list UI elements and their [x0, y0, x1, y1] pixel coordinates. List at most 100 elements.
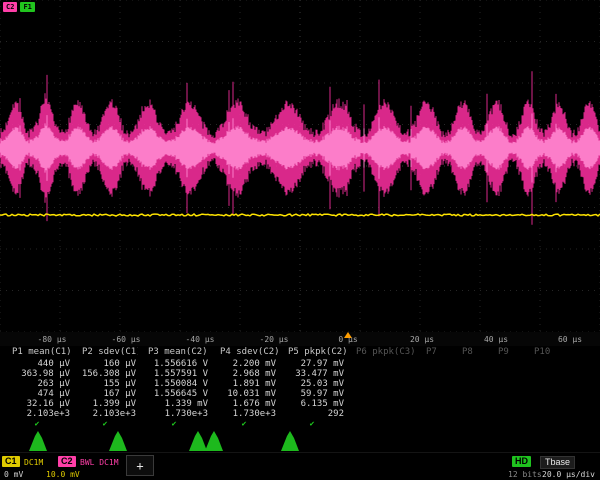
c1-offset-value: 0 mV [4, 470, 23, 479]
measurement-table[interactable]: P1 mean(C1)P2 sdev(C1)P3 mean(C2)P4 sdev… [2, 347, 560, 430]
meas-value: 292 [278, 409, 346, 419]
time-axis-label: 0 µs [338, 335, 357, 344]
meas-value: 2.200 mV [210, 359, 278, 369]
meas-header[interactable]: P5 pkpk(C2) [278, 347, 346, 359]
cursor-position-box[interactable]: + [126, 455, 154, 476]
trace-indicator-f1[interactable]: F1 [20, 2, 34, 12]
tbase-value: 20.0 µs/div [542, 470, 595, 479]
c1-waveform [0, 214, 600, 216]
meas-value [524, 409, 560, 419]
meas-value [416, 359, 452, 369]
meas-value: 2.103e+3 [72, 409, 138, 419]
meas-value: 363.98 µV [2, 369, 72, 379]
meas-value: 156.308 µV [72, 369, 138, 379]
histicon [109, 431, 127, 451]
histicon [29, 431, 47, 451]
meas-value [488, 389, 524, 399]
meas-value [524, 389, 560, 399]
meas-header[interactable]: P10 [524, 347, 560, 359]
meas-value [488, 379, 524, 389]
meas-header[interactable]: P9 [488, 347, 524, 359]
waveform-display[interactable] [0, 0, 600, 332]
status-bar: C1 DC1M C2 BWL DC1M + 0 mV 10.0 mV HD Tb… [0, 452, 600, 480]
meas-value: 167 µV [72, 389, 138, 399]
time-axis-label: -40 µs [186, 335, 215, 344]
meas-value [452, 369, 488, 379]
meas-value [346, 359, 416, 369]
measurement-histicons [0, 429, 600, 452]
crosshair-icon: + [136, 460, 143, 472]
meas-header[interactable]: P6 pkpk(C3) [346, 347, 416, 359]
histicon [205, 431, 223, 451]
oscilloscope-screen: C2F1 -100 µs-80 µs-60 µs-40 µs-20 µs0 µs… [0, 0, 600, 480]
meas-value: 10.031 mV [210, 389, 278, 399]
meas-value [452, 389, 488, 399]
time-axis-label: 20 µs [410, 335, 434, 344]
meas-value [488, 359, 524, 369]
meas-value [524, 379, 560, 389]
meas-value: 1.339 mV [138, 399, 210, 409]
c2-coupling: BWL DC1M [80, 458, 119, 467]
meas-value: 1.556645 V [138, 389, 210, 399]
meas-value [416, 379, 452, 389]
meas-value: 440 µV [2, 359, 72, 369]
meas-value: 6.135 mV [278, 399, 346, 409]
meas-value [452, 379, 488, 389]
meas-value [346, 409, 416, 419]
meas-value [488, 399, 524, 409]
meas-value [452, 409, 488, 419]
c1-coupling: DC1M [24, 458, 43, 467]
meas-value: 1.557591 V [138, 369, 210, 379]
meas-value: 1.730e+3 [138, 409, 210, 419]
meas-value: 155 µV [72, 379, 138, 389]
meas-value: 25.03 mV [278, 379, 346, 389]
meas-value: 2.968 mV [210, 369, 278, 379]
meas-value [524, 399, 560, 409]
meas-value: 1.676 mV [210, 399, 278, 409]
meas-header[interactable]: P2 sdev(C1) [72, 347, 138, 359]
meas-value: 1.556616 V [138, 359, 210, 369]
tbase-button[interactable]: Tbase [540, 456, 575, 469]
meas-value: 2.103e+3 [2, 409, 72, 419]
meas-value: 160 µV [72, 359, 138, 369]
meas-value [416, 399, 452, 409]
meas-header[interactable]: P1 mean(C1) [2, 347, 72, 359]
meas-value [452, 359, 488, 369]
meas-value [524, 359, 560, 369]
c1-scale-value: 10.0 mV [46, 470, 80, 479]
hd-mode-badge[interactable]: HD [512, 456, 531, 467]
meas-value [416, 389, 452, 399]
trace-indicators: C2F1 [3, 2, 35, 12]
meas-header[interactable]: P4 sdev(C2) [210, 347, 278, 359]
time-axis-label: 40 µs [484, 335, 508, 344]
meas-header[interactable]: P7 [416, 347, 452, 359]
meas-value: 59.97 mV [278, 389, 346, 399]
meas-header[interactable]: P8 [452, 347, 488, 359]
meas-value [416, 409, 452, 419]
meas-value [488, 369, 524, 379]
hd-resolution: 12 bits [508, 470, 542, 479]
meas-value: 1.891 mV [210, 379, 278, 389]
c1-channel-badge[interactable]: C1 [2, 456, 20, 467]
meas-value [346, 389, 416, 399]
meas-value [346, 379, 416, 389]
meas-value: 1.730e+3 [210, 409, 278, 419]
meas-value [416, 369, 452, 379]
meas-value: 32.16 µV [2, 399, 72, 409]
meas-value [346, 369, 416, 379]
meas-value: 1.550084 V [138, 379, 210, 389]
meas-value: 263 µV [2, 379, 72, 389]
time-axis-label: -20 µs [260, 335, 289, 344]
meas-value [524, 369, 560, 379]
c2-channel-badge[interactable]: C2 [58, 456, 76, 467]
time-axis: -100 µs-80 µs-60 µs-40 µs-20 µs0 µs20 µs… [0, 332, 600, 346]
trace-indicator-c2[interactable]: C2 [3, 2, 17, 12]
time-axis-label: -80 µs [38, 335, 67, 344]
meas-value: 474 µV [2, 389, 72, 399]
meas-value: 27.97 mV [278, 359, 346, 369]
meas-value: 33.477 mV [278, 369, 346, 379]
meas-value: 1.399 µV [72, 399, 138, 409]
meas-value [346, 399, 416, 409]
meas-header[interactable]: P3 mean(C2) [138, 347, 210, 359]
meas-value [488, 409, 524, 419]
